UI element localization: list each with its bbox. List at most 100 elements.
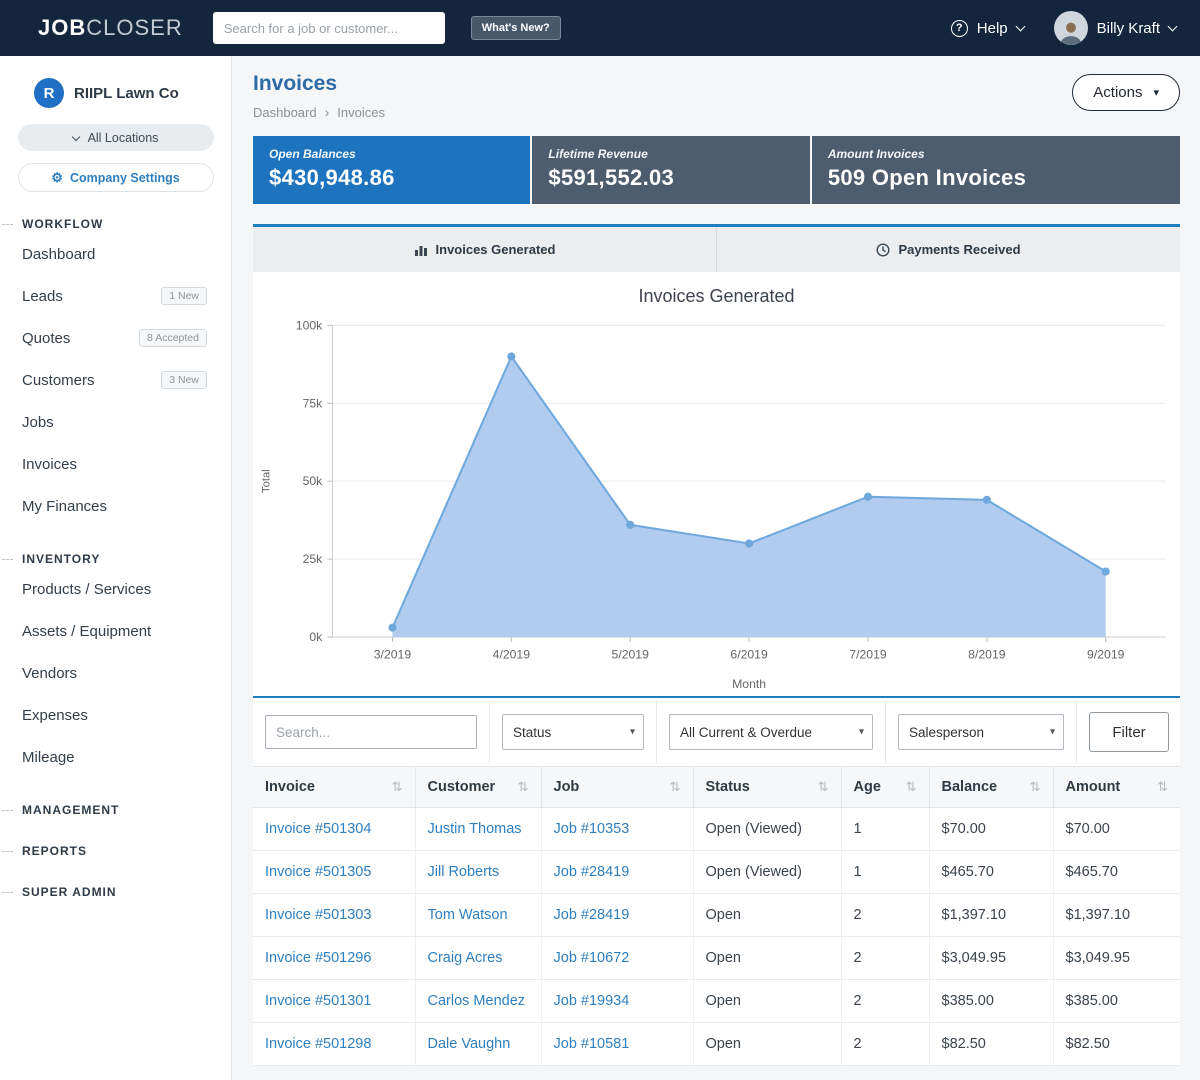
company-avatar: R xyxy=(34,78,64,108)
company-header[interactable]: R RIIPL Lawn Co xyxy=(34,78,231,108)
age-cell: 2 xyxy=(841,894,929,937)
nav-section-management[interactable]: MANAGEMENT xyxy=(0,801,231,819)
invoices-table-panel: Status All Current & Overdue Salesperson… xyxy=(253,696,1180,1066)
sidebar-item-my-finances[interactable]: My Finances xyxy=(0,485,231,527)
job-link[interactable]: Job #10353 xyxy=(554,821,630,837)
app-logo[interactable]: JOBCLOSER xyxy=(38,15,183,41)
col-header-customer[interactable]: ⇅Customer xyxy=(415,767,541,808)
top-navbar: JOBCLOSER What's New? ? Help Billy Kraft xyxy=(0,0,1200,56)
breadcrumb-dashboard[interactable]: Dashboard xyxy=(253,105,317,120)
breadcrumb-current: Invoices xyxy=(337,105,385,120)
tab-payments-received[interactable]: Payments Received xyxy=(716,227,1180,272)
actions-button[interactable]: Actions ▾ xyxy=(1072,74,1180,111)
status-cell: Open (Viewed) xyxy=(693,851,841,894)
svg-text:50k: 50k xyxy=(303,474,324,488)
balance-cell: $82.50 xyxy=(929,1023,1053,1066)
balance-cell: $465.70 xyxy=(929,851,1053,894)
sidebar-item-assets-equipment[interactable]: Assets / Equipment xyxy=(0,610,231,652)
invoice-link[interactable]: Invoice #501298 xyxy=(265,1036,371,1052)
salesperson-select[interactable]: Salesperson xyxy=(898,714,1064,750)
svg-text:7/2019: 7/2019 xyxy=(849,647,887,661)
customer-link[interactable]: Craig Acres xyxy=(428,950,503,966)
nav-section-reports[interactable]: REPORTS xyxy=(0,842,231,860)
sidebar-item-dashboard[interactable]: Dashboard xyxy=(0,233,231,275)
salesperson-select-wrap: Salesperson xyxy=(898,714,1064,750)
sidebar-item-expenses[interactable]: Expenses xyxy=(0,694,231,736)
help-menu[interactable]: ? Help xyxy=(951,20,1024,37)
gear-icon: ⚙ xyxy=(51,171,63,184)
current-overdue-select[interactable]: All Current & Overdue xyxy=(669,714,873,750)
sort-icon: ⇅ xyxy=(670,779,681,795)
sidebar-item-jobs[interactable]: Jobs xyxy=(0,401,231,443)
invoice-link[interactable]: Invoice #501301 xyxy=(265,993,371,1009)
col-header-invoice[interactable]: ⇅Invoice xyxy=(253,767,415,808)
table-header-row: ⇅Invoice ⇅Customer ⇅Job ⇅Status ⇅Age ⇅Ba… xyxy=(253,767,1180,808)
customer-link[interactable]: Jill Roberts xyxy=(428,864,500,880)
area-chart: 0k25k50k75k100k3/20194/20195/20196/20197… xyxy=(253,309,1180,696)
whats-new-button[interactable]: What's New? xyxy=(471,16,561,40)
invoice-link[interactable]: Invoice #501304 xyxy=(265,821,371,837)
bar-chart-icon xyxy=(414,243,428,256)
sort-icon: ⇅ xyxy=(906,779,917,795)
invoice-link[interactable]: Invoice #501296 xyxy=(265,950,371,966)
nav-section-super-admin[interactable]: SUPER ADMIN xyxy=(0,883,231,901)
customer-link[interactable]: Tom Watson xyxy=(428,907,508,923)
svg-text:Total: Total xyxy=(260,469,272,493)
status-select-wrap: Status xyxy=(502,714,644,750)
invoice-link[interactable]: Invoice #501305 xyxy=(265,864,371,880)
filter-bar: Status All Current & Overdue Salesperson… xyxy=(253,698,1180,766)
col-header-job[interactable]: ⇅Job xyxy=(541,767,693,808)
navbar-right-group: ? Help Billy Kraft xyxy=(951,11,1176,45)
customer-link[interactable]: Justin Thomas xyxy=(428,821,522,837)
balance-cell: $1,397.10 xyxy=(929,894,1053,937)
settings-label: Company Settings xyxy=(70,171,180,185)
sort-icon: ⇅ xyxy=(392,779,403,795)
nav-section-inventory: INVENTORY xyxy=(0,550,231,568)
customer-link[interactable]: Carlos Mendez xyxy=(428,993,526,1009)
nav-section-workflow: WORKFLOW xyxy=(0,215,231,233)
svg-text:6/2019: 6/2019 xyxy=(730,647,768,661)
customer-link[interactable]: Dale Vaughn xyxy=(428,1036,511,1052)
sidebar-item-invoices[interactable]: Invoices xyxy=(0,443,231,485)
table-search-input[interactable] xyxy=(265,715,477,749)
amount-cell: $3,049.95 xyxy=(1053,937,1180,980)
user-menu[interactable]: Billy Kraft xyxy=(1054,11,1176,45)
amount-cell: $1,397.10 xyxy=(1053,894,1180,937)
sidebar-item-quotes[interactable]: Quotes8 Accepted xyxy=(0,317,231,359)
table-row: Invoice #501305 Jill Roberts Job #28419 … xyxy=(253,851,1180,894)
job-link[interactable]: Job #10581 xyxy=(554,1036,630,1052)
main-content: Invoices Dashboard › Invoices Actions ▾ … xyxy=(233,56,1200,1080)
svg-text:Month: Month xyxy=(732,677,766,691)
user-name: Billy Kraft xyxy=(1097,20,1160,37)
table-row: Invoice #501296 Craig Acres Job #10672 O… xyxy=(253,937,1180,980)
chevron-down-icon: ▾ xyxy=(1153,86,1159,99)
company-settings-button[interactable]: ⚙ Company Settings xyxy=(18,163,214,192)
locations-dropdown[interactable]: All Locations xyxy=(18,124,214,151)
col-header-amount[interactable]: ⇅Amount xyxy=(1053,767,1180,808)
svg-text:3/2019: 3/2019 xyxy=(374,647,412,661)
col-header-age[interactable]: ⇅Age xyxy=(841,767,929,808)
global-search-input[interactable] xyxy=(213,12,445,44)
amount-cell: $465.70 xyxy=(1053,851,1180,894)
job-link[interactable]: Job #19934 xyxy=(554,993,630,1009)
chevron-right-icon: › xyxy=(325,104,330,120)
sidebar-item-vendors[interactable]: Vendors xyxy=(0,652,231,694)
svg-text:25k: 25k xyxy=(303,552,324,566)
sidebar-item-products-services[interactable]: Products / Services xyxy=(0,568,231,610)
sidebar-item-mileage[interactable]: Mileage xyxy=(0,736,231,778)
breadcrumb: Dashboard › Invoices xyxy=(253,104,1180,120)
status-select[interactable]: Status xyxy=(502,714,644,750)
col-header-balance[interactable]: ⇅Balance xyxy=(929,767,1053,808)
job-link[interactable]: Job #28419 xyxy=(554,864,630,880)
job-link[interactable]: Job #28419 xyxy=(554,907,630,923)
table-row: Invoice #501298 Dale Vaughn Job #10581 O… xyxy=(253,1023,1180,1066)
invoice-link[interactable]: Invoice #501303 xyxy=(265,907,371,923)
job-link[interactable]: Job #10672 xyxy=(554,950,630,966)
stat-amount-invoices: Amount Invoices 509 Open Invoices xyxy=(812,136,1180,204)
svg-text:4/2019: 4/2019 xyxy=(493,647,531,661)
filter-button[interactable]: Filter xyxy=(1089,712,1169,752)
sidebar-item-customers[interactable]: Customers3 New xyxy=(0,359,231,401)
col-header-status[interactable]: ⇅Status xyxy=(693,767,841,808)
tab-invoices-generated[interactable]: Invoices Generated xyxy=(253,227,716,272)
sidebar-item-leads[interactable]: Leads1 New xyxy=(0,275,231,317)
